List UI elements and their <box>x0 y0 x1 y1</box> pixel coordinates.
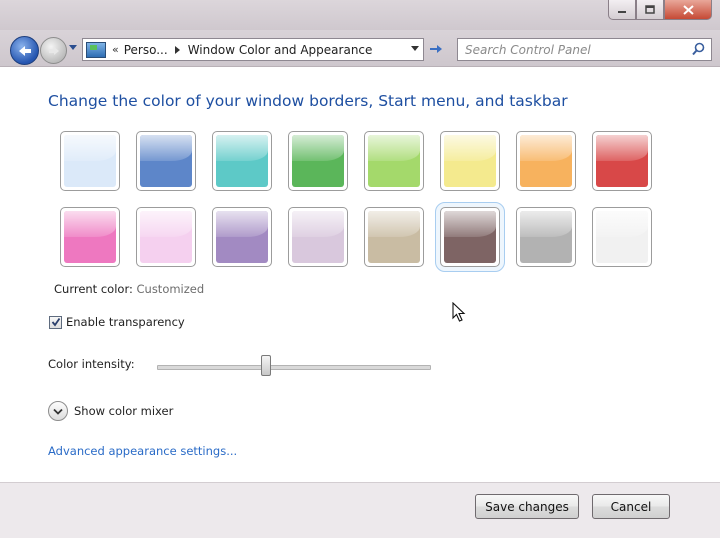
show-color-mixer-toggle[interactable]: Show color mixer <box>48 401 173 421</box>
swatch-gloss <box>64 135 116 161</box>
color-swatch-taupe[interactable] <box>364 207 424 267</box>
control-panel-icon <box>86 41 106 58</box>
swatch-gloss <box>520 211 572 237</box>
swatch-gloss <box>596 211 648 237</box>
enable-transparency-option[interactable]: Enable transparency <box>49 315 185 329</box>
color-swatch-sea[interactable] <box>212 131 272 191</box>
breadcrumb-item-personalization[interactable]: Perso... <box>124 43 168 57</box>
swatch-gloss <box>444 211 496 237</box>
color-intensity-label: Color intensity: <box>48 357 135 371</box>
address-bar[interactable]: « Perso... Window Color and Appearance <box>82 38 424 61</box>
swatch-gloss <box>596 135 648 161</box>
color-swatch-lavender[interactable] <box>288 207 348 267</box>
swatch-gloss <box>292 211 344 237</box>
recent-pages-dropdown[interactable] <box>69 45 77 50</box>
checkmark-icon <box>51 317 60 327</box>
color-swatch-chocolate[interactable] <box>435 202 505 272</box>
footer-bar: Save changes Cancel <box>0 482 720 538</box>
cancel-button[interactable]: Cancel <box>592 494 670 519</box>
color-swatch-leaf[interactable] <box>288 131 348 191</box>
breadcrumb-arrow-icon[interactable] <box>174 45 180 54</box>
color-swatch-lime[interactable] <box>364 131 424 191</box>
caption-buttons <box>608 0 712 20</box>
search-icon[interactable] <box>692 42 705 56</box>
navigation-bar: « Perso... Window Color and Appearance <box>0 30 720 66</box>
page-title: Change the color of your window borders,… <box>48 92 568 110</box>
close-button[interactable] <box>664 0 712 20</box>
refresh-icon <box>430 44 442 53</box>
search-box[interactable] <box>457 38 712 61</box>
minimize-button[interactable] <box>608 0 636 20</box>
swatch-gloss <box>368 135 420 161</box>
color-intensity-slider-thumb[interactable] <box>260 355 271 376</box>
current-color-label: Current color: <box>54 282 133 296</box>
chevron-down-icon <box>53 408 63 415</box>
enable-transparency-label: Enable transparency <box>66 315 185 329</box>
color-swatch-ruby[interactable] <box>592 131 652 191</box>
color-swatch-slate[interactable] <box>516 207 576 267</box>
enable-transparency-checkbox[interactable] <box>49 315 62 329</box>
breadcrumb-item-window-color[interactable]: Window Color and Appearance <box>188 43 373 57</box>
breadcrumb-overflow[interactable]: « <box>112 43 119 56</box>
color-swatch-violet[interactable] <box>212 207 272 267</box>
back-button[interactable] <box>10 36 39 65</box>
forward-button[interactable] <box>40 37 67 64</box>
color-swatch-frost[interactable] <box>592 207 652 267</box>
title-bar <box>0 0 720 30</box>
maximize-button[interactable] <box>636 0 664 20</box>
swatch-gloss <box>140 211 192 237</box>
refresh-button[interactable] <box>425 38 447 61</box>
current-color: Current color: Customized <box>54 282 204 296</box>
swatch-gloss <box>292 135 344 161</box>
minimize-icon <box>618 10 626 13</box>
color-swatch-twilight[interactable] <box>136 131 196 191</box>
swatch-gloss <box>216 135 268 161</box>
save-changes-button[interactable]: Save changes <box>475 494 579 519</box>
color-swatch-blush[interactable] <box>136 207 196 267</box>
color-swatch-lemon[interactable] <box>440 131 500 191</box>
forward-arrow-icon <box>48 46 59 55</box>
maximize-icon <box>645 5 655 14</box>
close-icon <box>682 4 694 15</box>
show-color-mixer-label: Show color mixer <box>74 404 174 418</box>
color-swatch-pumpkin[interactable] <box>516 131 576 191</box>
swatch-gloss <box>444 135 496 161</box>
swatch-gloss <box>368 211 420 237</box>
back-arrow-icon <box>18 45 31 56</box>
mouse-pointer-icon <box>452 302 466 322</box>
address-dropdown-icon[interactable] <box>411 46 419 51</box>
swatch-gloss <box>520 135 572 161</box>
expand-chevron-button[interactable] <box>48 401 68 421</box>
swatch-gloss <box>140 135 192 161</box>
color-swatch-fuchsia[interactable] <box>60 207 120 267</box>
search-input[interactable] <box>458 40 685 60</box>
personalization-window: « Perso... Window Color and Appearance C… <box>0 0 720 538</box>
swatch-gloss <box>64 211 116 237</box>
advanced-appearance-settings-link[interactable]: Advanced appearance settings... <box>48 444 237 458</box>
color-intensity-slider-track[interactable] <box>157 365 431 370</box>
current-color-value: Customized <box>136 282 205 296</box>
color-swatch-sky[interactable] <box>60 131 120 191</box>
content-pane: Change the color of your window borders,… <box>0 66 720 483</box>
swatch-gloss <box>216 211 268 237</box>
